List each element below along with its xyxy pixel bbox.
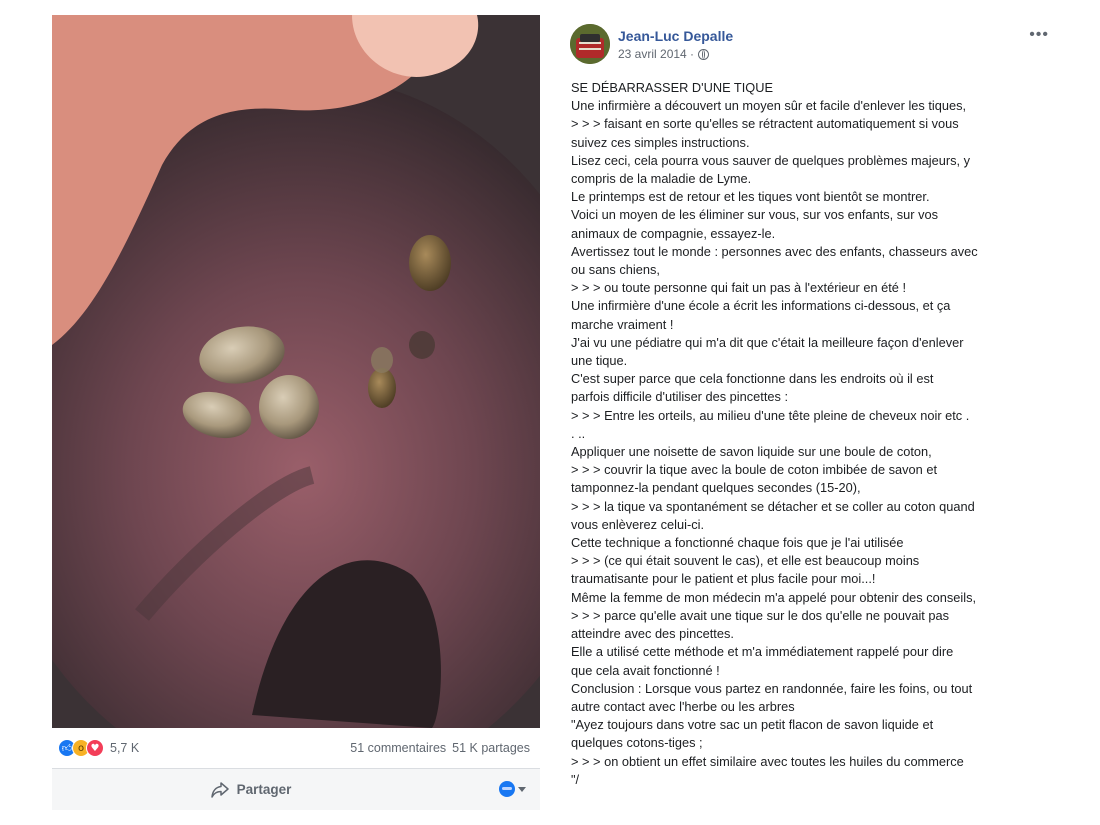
post-text-line: compris de la maladie de Lyme. xyxy=(571,171,752,187)
post-text-line: Le printemps est de retour et les tiques… xyxy=(571,189,930,205)
post-text-line: que cela avait fonctionné ! xyxy=(571,662,720,678)
post-text-line: C'est super parce que cela fonctionne da… xyxy=(571,371,934,387)
love-reaction-icon: ♥ xyxy=(86,739,104,757)
reaction-count[interactable]: 5,7 K xyxy=(110,741,139,755)
share-arrow-icon xyxy=(210,781,229,798)
post-text: SE DÉBARRASSER D'UNE TIQUE Une infirmière… xyxy=(571,79,1053,789)
post-text-line: Conclusion : Lorsque vous partez en rand… xyxy=(571,680,973,696)
post-text-line: Voici un moyen de les éliminer sur vous,… xyxy=(571,207,939,223)
post-text-line: Une infirmière d'une école a écrit les i… xyxy=(571,298,951,314)
post-text-line: "/ xyxy=(571,771,580,787)
post-text-line: > > > ou toute personne qui fait un pas … xyxy=(571,280,907,296)
post-meta: 23 avril 2014 · xyxy=(618,47,710,61)
post-text-line: Même la femme de mon médecin m'a appelé … xyxy=(571,589,977,605)
post-text-line: Appliquer une noisette de savon liquide … xyxy=(571,444,932,460)
audience-selector-icon xyxy=(499,781,515,797)
post-text-line: traumatisante pour le patient et plus fa… xyxy=(571,571,876,587)
post-text-line: vous enlèverez celui-ci. xyxy=(571,516,705,532)
author-name-link[interactable]: Jean-Luc Depalle xyxy=(618,28,733,44)
post-text-line: Lisez ceci, cela pourra vous sauver de q… xyxy=(571,152,971,168)
post-text-line: > > > Entre les orteils, au milieu d'une… xyxy=(571,407,970,423)
comments-count-link[interactable]: 51 commentaires xyxy=(350,741,446,755)
post-text-line: tamponnez-la pendant quelques secondes (… xyxy=(571,480,861,496)
post-text-line: > > > la tique va spontanément se détach… xyxy=(571,498,975,514)
text-post-card: Jean-Luc Depalle 23 avril 2014 · ••• SE … xyxy=(563,15,1060,810)
post-text-line: Elle a utilisé cette méthode et m'a immé… xyxy=(571,644,954,660)
post-text-line: J'ai vu une pédiatre qui m'a dit que c'é… xyxy=(571,334,964,350)
post-text-line: Avertissez tout le monde : personnes ave… xyxy=(571,243,978,259)
post-text-line: Cette technique a fonctionné chaque fois… xyxy=(571,535,904,551)
post-header: Jean-Luc Depalle 23 avril 2014 · ••• xyxy=(570,24,1053,70)
post-text-line: animaux de compagnie, essayez-le. xyxy=(571,225,776,241)
post-text-line: > > > on obtient un effet similaire avec… xyxy=(571,753,964,769)
post-text-line: atteindre avec des pincettes. xyxy=(571,626,734,642)
post-text-line: . .. xyxy=(571,425,586,441)
post-text-line: > > > parce qu'elle avait une tique sur … xyxy=(571,607,950,623)
reactions-summary[interactable]: 👍︎ o ♥ 5,7 K xyxy=(58,739,139,757)
post-text-line: autre contact avec l'herbe ou les arbres xyxy=(571,698,795,714)
post-text-line: parfois difficile d'utiliser des pincett… xyxy=(571,389,789,405)
share-label: Partager xyxy=(236,782,292,797)
chevron-down-icon xyxy=(518,786,526,792)
shares-count-link[interactable]: 51 K partages xyxy=(452,741,530,755)
post-text-line: > > > faisant en sorte qu'elles se rétra… xyxy=(571,116,959,132)
post-text-line: Une infirmière a découvert un moyen sûr … xyxy=(571,98,967,114)
post-text-line: "Ayez toujours dans votre sac un petit f… xyxy=(571,717,934,733)
post-text-line: quelques cotons-tiges ; xyxy=(571,735,703,751)
globe-icon xyxy=(698,48,710,60)
post-text-line: > > > couvrir la tique avec la boule de … xyxy=(571,462,938,478)
photo-card: 👍︎ o ♥ 5,7 K 51 commentaires 51 K partag… xyxy=(52,15,540,810)
post-photo[interactable] xyxy=(52,15,540,728)
post-text-line: SE DÉBARRASSER D'UNE TIQUE xyxy=(571,80,774,95)
post-date-link[interactable]: 23 avril 2014 · xyxy=(618,47,694,61)
post-text-line: une tique. xyxy=(571,353,628,369)
post-text-line: suivez ces simples instructions. xyxy=(571,134,750,150)
more-dots-icon[interactable]: ••• xyxy=(1029,26,1049,44)
post-text-line: marche vraiment ! xyxy=(571,316,674,332)
avatar[interactable] xyxy=(570,24,610,64)
post-text-line: ou sans chiens, xyxy=(571,262,660,278)
share-button[interactable]: Partager xyxy=(210,781,292,798)
post-text-line: > > > (ce qui était souvent le cas), et … xyxy=(571,553,920,569)
audience-selector-button[interactable] xyxy=(499,781,526,797)
reaction-stats-bar: 👍︎ o ♥ 5,7 K 51 commentaires 51 K partag… xyxy=(52,728,540,769)
post-action-bar: Partager xyxy=(52,769,540,810)
